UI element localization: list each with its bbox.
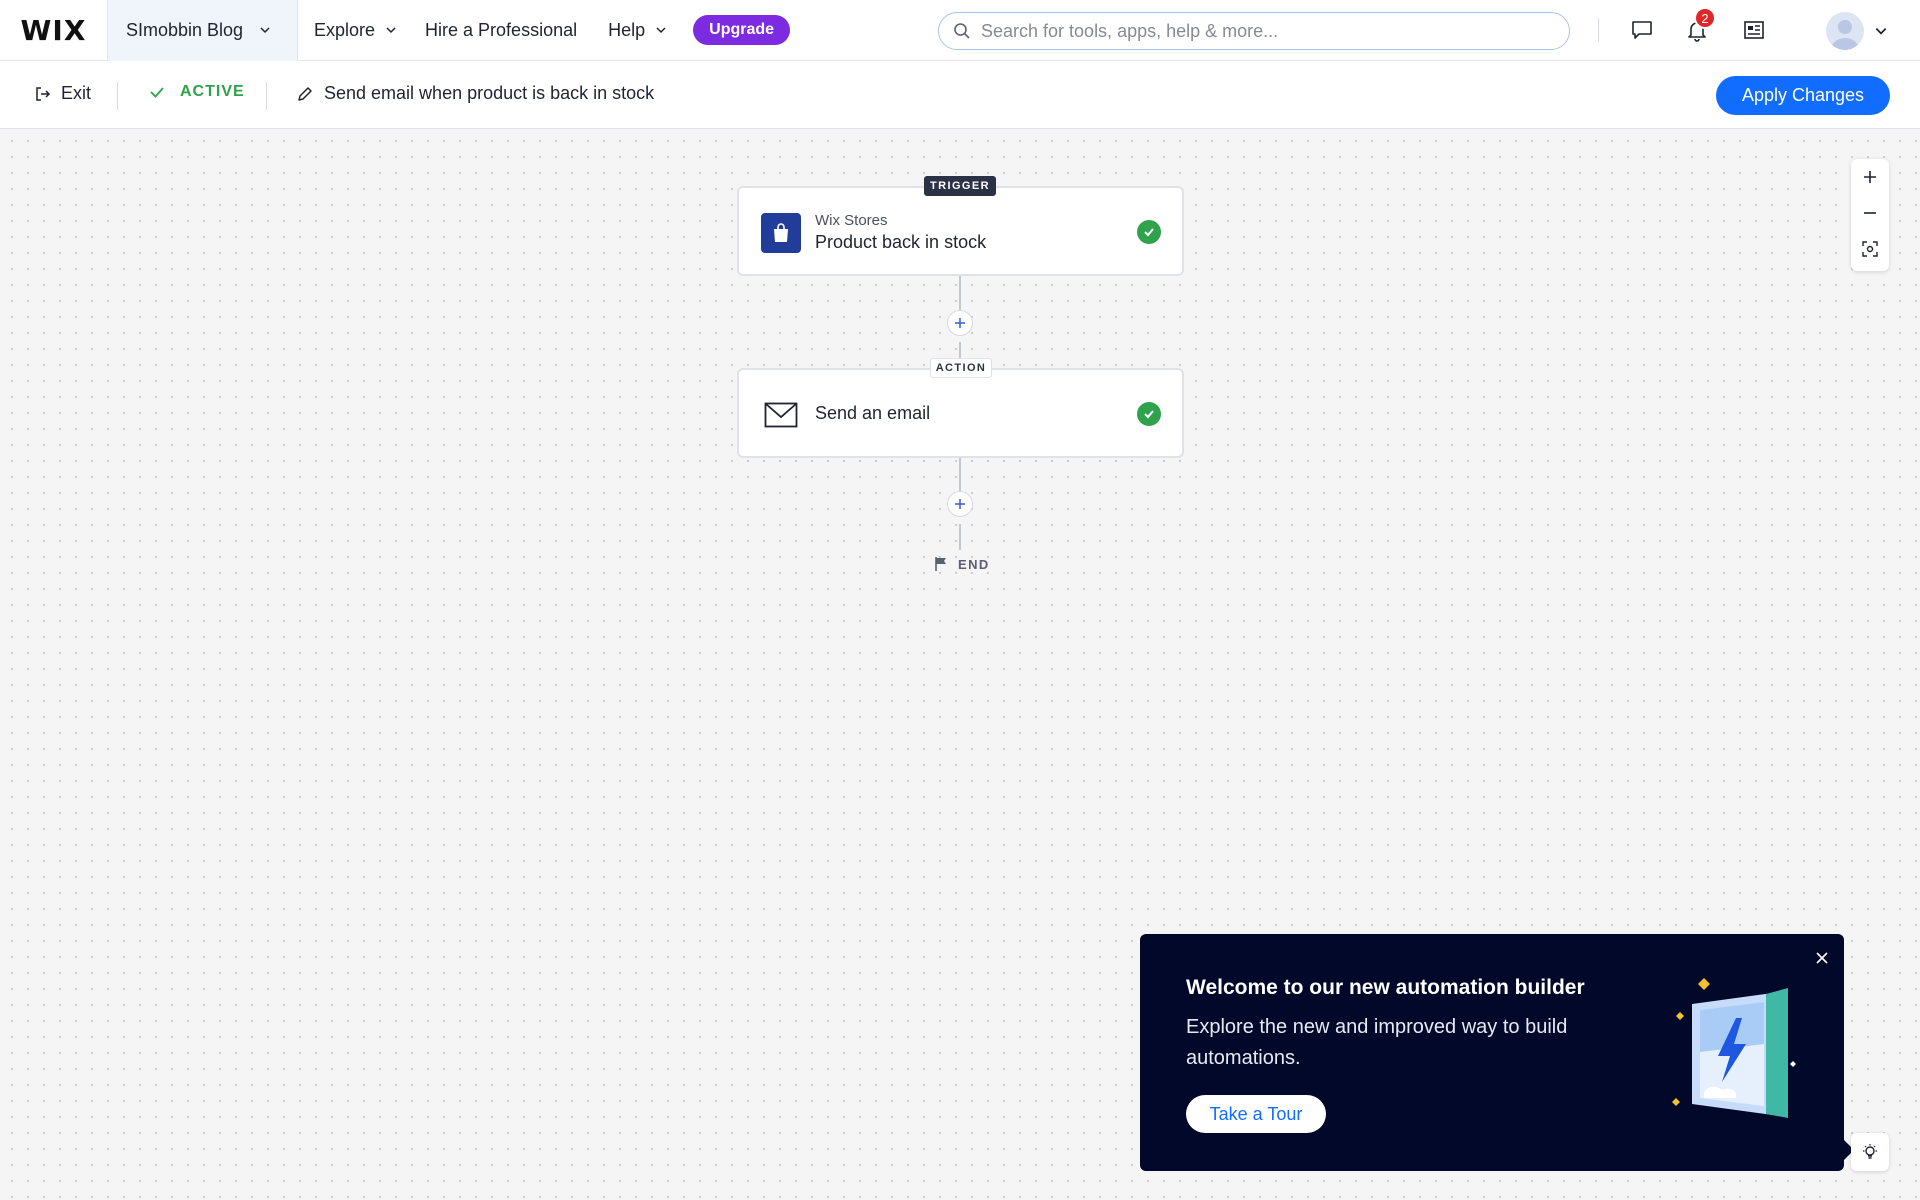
minus-icon <box>1864 212 1876 214</box>
zoom-out-button[interactable] <box>1851 195 1889 231</box>
check-icon <box>150 87 164 98</box>
news-icon[interactable] <box>1739 15 1769 45</box>
nav-explore-label: Explore <box>314 19 376 40</box>
nav-divider <box>1598 18 1599 42</box>
envelope-icon <box>761 395 801 435</box>
exit-icon <box>36 86 51 101</box>
toolbar-divider <box>266 82 267 110</box>
zoom-controls <box>1851 159 1889 271</box>
flow-end: END <box>934 556 990 572</box>
plus-icon <box>1864 171 1876 183</box>
chevron-down-icon <box>656 27 666 34</box>
check-icon <box>1137 402 1161 426</box>
help-hint-button[interactable] <box>1851 1133 1889 1171</box>
nav-explore[interactable]: Explore <box>314 20 397 41</box>
trigger-title: Product back in stock <box>815 232 987 252</box>
automation-illustration-icon <box>1672 978 1796 1118</box>
chevron-down-icon <box>386 27 396 34</box>
close-icon <box>1816 952 1828 964</box>
search-icon <box>954 23 970 39</box>
status-label: ACTIVE <box>180 83 245 100</box>
zoom-in-button[interactable] <box>1851 159 1889 195</box>
search-bar[interactable] <box>938 12 1570 50</box>
site-name: SImobbin Blog <box>126 19 244 40</box>
plus-icon <box>955 499 965 509</box>
chevron-down-icon <box>260 27 270 34</box>
action-title: Send an email <box>815 403 931 423</box>
trigger-tag: TRIGGER <box>924 176 996 196</box>
action-card[interactable]: Send an email <box>737 368 1184 458</box>
automation-name-edit[interactable]: Send email when product is back in stock <box>296 83 654 104</box>
flag-icon <box>935 557 946 571</box>
plus-icon <box>955 318 965 328</box>
avatar-icon[interactable] <box>1826 12 1864 50</box>
chat-icon[interactable] <box>1627 15 1657 45</box>
nav-help[interactable]: Help <box>608 20 667 41</box>
apply-changes-button[interactable]: Apply Changes <box>1716 76 1890 115</box>
welcome-popup: Welcome to our new automation builder Ex… <box>1140 934 1844 1171</box>
trigger-app-name: Wix Stores <box>815 212 888 229</box>
end-label: END <box>958 556 990 572</box>
notification-badge: 2 <box>1694 7 1716 29</box>
nav-hire-label: Hire a Professional <box>425 19 578 40</box>
search-input[interactable] <box>981 20 1551 42</box>
status-badge: ACTIVE <box>148 83 245 101</box>
automation-name: Send email when product is back in stock <box>324 83 655 103</box>
nav-hire-professional[interactable]: Hire a Professional <box>425 20 577 41</box>
close-button[interactable] <box>1812 948 1832 968</box>
shopping-bag-icon <box>761 213 801 253</box>
popup-title: Welcome to our new automation builder <box>1186 976 1585 999</box>
automation-toolbar: Exit ACTIVE Send email when product is b… <box>0 61 1920 129</box>
action-tag: ACTION <box>930 358 992 378</box>
check-icon <box>1137 220 1161 244</box>
add-step-button[interactable] <box>947 310 973 336</box>
site-switcher[interactable]: SImobbin Blog <box>107 0 298 61</box>
popup-body: Explore the new and improved way to buil… <box>1186 1016 1568 1069</box>
exit-button[interactable]: Exit <box>34 83 91 104</box>
fit-screen-button[interactable] <box>1851 231 1889 267</box>
toolbar-divider <box>117 82 118 110</box>
upgrade-button[interactable]: Upgrade <box>693 15 791 45</box>
lightbulb-icon <box>1863 1144 1877 1159</box>
nav-help-label: Help <box>608 19 646 40</box>
pencil-icon <box>298 86 312 101</box>
wix-logo[interactable]: WIX <box>0 0 107 61</box>
chevron-down-icon[interactable] <box>1874 24 1888 38</box>
take-tour-button[interactable]: Take a Tour <box>1186 1095 1326 1133</box>
connector-line <box>959 524 961 550</box>
add-step-button[interactable] <box>947 491 973 517</box>
fit-screen-icon <box>1862 241 1878 257</box>
exit-label: Exit <box>61 83 92 103</box>
trigger-card[interactable]: Wix Stores Product back in stock <box>737 186 1184 276</box>
